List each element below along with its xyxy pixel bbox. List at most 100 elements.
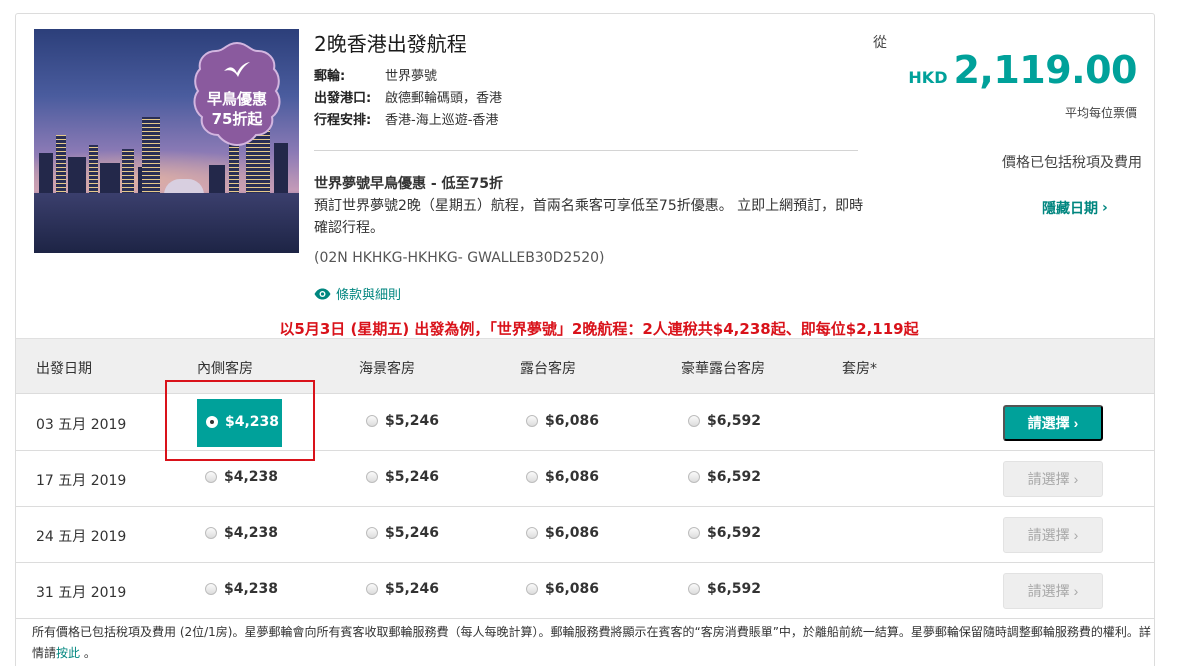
- cruise-code: (02N HKHKG-HKHKG- GWALLEB30D2520): [314, 250, 605, 266]
- price-value: $6,592: [707, 525, 762, 541]
- detail-label-itinerary: 行程安排:: [314, 113, 372, 128]
- oceanview-cabin-option[interactable]: $5,246: [366, 581, 439, 597]
- deluxe-balcony-cabin-option[interactable]: $6,592: [688, 525, 761, 541]
- footnote-text: 所有價格已包括稅項及費用 (2位/1房)。星夢郵輪會向所有賓客收取郵輪服務費（每…: [32, 625, 1151, 660]
- radio-button[interactable]: [688, 527, 700, 539]
- detail-value-itinerary: 香港-海上巡遊-香港: [385, 113, 499, 128]
- choose-label: 請選擇: [1027, 471, 1070, 487]
- header-inside-cabin: 內側客房: [197, 361, 253, 377]
- choose-label: 請選擇: [1027, 583, 1070, 599]
- terms-label: 條款與細則: [336, 288, 402, 303]
- promo-title: 世界夢號早鳥優惠 - 低至75折: [314, 176, 504, 192]
- badge-line2: 75折起: [211, 110, 263, 128]
- price-value: $6,592: [707, 469, 762, 485]
- table-row: 24 五月 2019 $4,238 $5,246 $6,086 $6,592 請…: [16, 507, 1154, 563]
- radio-button[interactable]: [526, 471, 538, 483]
- price-value: $6,086: [545, 581, 600, 597]
- price-value: $6,592: [707, 413, 762, 429]
- detail-label-ship: 郵輪:: [314, 69, 346, 84]
- average-fare-label: 平均每位票價: [1064, 106, 1137, 120]
- footnote-link[interactable]: 按此: [56, 646, 80, 660]
- detail-value-ship: 世界夢號: [385, 69, 438, 84]
- promo-description: 預訂世界夢號2晚（星期五）航程，首兩名乘客可享低至75折優惠。 立即上網預訂，即…: [314, 198, 864, 236]
- chevron-right-icon: ›: [1102, 200, 1108, 216]
- price-value: $5,246: [385, 469, 440, 485]
- choose-button[interactable]: 請選擇 ›: [1003, 573, 1103, 609]
- header-balcony-cabin: 露台客房: [520, 361, 576, 377]
- promo-headline: 以5月3日 (星期五) 出發為例，「世界夢號」2晚航程：2人連稅共$4,238起…: [279, 320, 919, 338]
- radio-button[interactable]: [366, 471, 378, 483]
- price-value: $4,238: [224, 525, 279, 541]
- price-currency: HKD: [908, 68, 948, 87]
- price-display: HKD 2,119.00: [908, 48, 1137, 92]
- price-value: $6,086: [545, 525, 600, 541]
- radio-button[interactable]: [688, 583, 700, 595]
- balcony-cabin-option[interactable]: $6,086: [526, 525, 599, 541]
- hide-dates-label: 隱藏日期: [1042, 201, 1098, 217]
- cruise-details: 郵輪: 世界夢號 出發港口: 啟德郵輪碼頭，香港 行程安排: 香港-海上巡遊-香港: [314, 66, 502, 132]
- choose-label: 請選擇: [1027, 415, 1070, 431]
- choose-button[interactable]: 請選擇 ›: [1003, 517, 1103, 553]
- radio-button[interactable]: [366, 415, 378, 427]
- header-deluxe-balcony-cabin: 豪華露台客房: [681, 361, 765, 377]
- cruise-title: 2晚香港出發航程: [314, 32, 467, 56]
- radio-button[interactable]: [366, 527, 378, 539]
- price-amount: 2,119.00: [953, 48, 1137, 92]
- deluxe-balcony-cabin-option[interactable]: $6,592: [688, 413, 761, 429]
- deluxe-balcony-cabin-option[interactable]: $6,592: [688, 581, 761, 597]
- balcony-cabin-option[interactable]: $6,086: [526, 581, 599, 597]
- balcony-cabin-option[interactable]: $6,086: [526, 413, 599, 429]
- table-row: 31 五月 2019 $4,238 $5,246 $6,086 $6,592 請…: [16, 563, 1154, 619]
- oceanview-cabin-option[interactable]: $5,246: [366, 469, 439, 485]
- header-suite: 套房*: [842, 361, 877, 377]
- seagull-icon: [224, 62, 250, 77]
- radio-button[interactable]: [366, 583, 378, 595]
- inside-cabin-option[interactable]: $4,238: [205, 581, 278, 597]
- cruise-hero-image: 早鳥優惠 75折起: [34, 29, 299, 253]
- chevron-right-icon: ›: [1073, 415, 1079, 431]
- price-value: $6,592: [707, 581, 762, 597]
- choose-label: 請選擇: [1027, 527, 1070, 543]
- price-value: $5,246: [385, 413, 440, 429]
- departure-date: 17 五月 2019: [36, 473, 127, 489]
- footnote-end: 。: [80, 646, 96, 660]
- radio-button[interactable]: [205, 583, 217, 595]
- hide-dates-link[interactable]: 隱藏日期 ›: [1042, 198, 1108, 218]
- divider: [314, 150, 858, 151]
- deluxe-balcony-cabin-option[interactable]: $6,592: [688, 469, 761, 485]
- radio-button[interactable]: [688, 415, 700, 427]
- header-oceanview-cabin: 海景客房: [359, 361, 415, 377]
- price-value: $6,086: [545, 413, 600, 429]
- choose-button[interactable]: 請選擇 ›: [1003, 405, 1103, 441]
- from-label: 從: [873, 35, 887, 51]
- inside-cabin-option[interactable]: $4,238: [205, 469, 278, 485]
- oceanview-cabin-option[interactable]: $5,246: [366, 413, 439, 429]
- price-value: $5,246: [385, 581, 440, 597]
- chevron-right-icon: ›: [1073, 471, 1079, 487]
- radio-button[interactable]: [205, 527, 217, 539]
- departure-date: 24 五月 2019: [36, 529, 127, 545]
- radio-button[interactable]: [205, 471, 217, 483]
- detail-value-port: 啟德郵輪碼頭，香港: [385, 91, 503, 106]
- badge-line1: 早鳥優惠: [206, 90, 267, 108]
- terms-link[interactable]: 條款與細則: [314, 284, 401, 303]
- eye-icon: [314, 288, 331, 299]
- price-value: $4,238: [224, 469, 279, 485]
- oceanview-cabin-option[interactable]: $5,246: [366, 525, 439, 541]
- price-value: $4,238: [224, 581, 279, 597]
- highlight-frame: [165, 380, 315, 461]
- choose-button[interactable]: 請選擇 ›: [1003, 461, 1103, 497]
- radio-button[interactable]: [526, 583, 538, 595]
- header-departure-date: 出發日期: [36, 361, 92, 377]
- price-value: $6,086: [545, 469, 600, 485]
- radio-button[interactable]: [688, 471, 700, 483]
- chevron-right-icon: ›: [1073, 527, 1079, 543]
- balcony-cabin-option[interactable]: $6,086: [526, 469, 599, 485]
- radio-button[interactable]: [526, 415, 538, 427]
- price-value: $5,246: [385, 525, 440, 541]
- footnote: 所有價格已包括稅項及費用 (2位/1房)。星夢郵輪會向所有賓客收取郵輪服務費（每…: [32, 622, 1156, 664]
- radio-button[interactable]: [526, 527, 538, 539]
- chevron-right-icon: ›: [1073, 583, 1079, 599]
- detail-label-port: 出發港口:: [314, 91, 372, 106]
- inside-cabin-option[interactable]: $4,238: [205, 525, 278, 541]
